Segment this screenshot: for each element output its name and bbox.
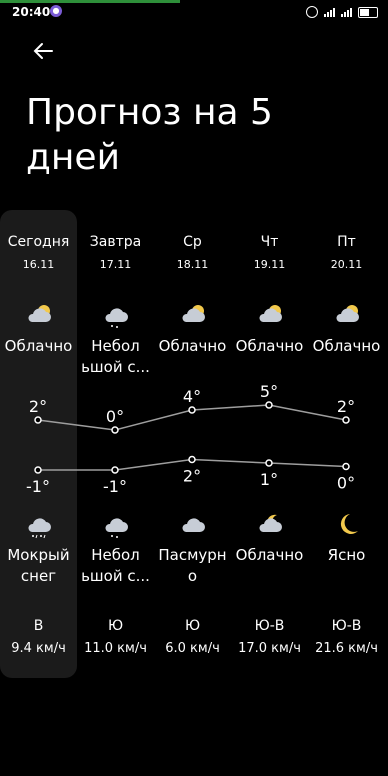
date-label: 18.11 [176, 258, 209, 271]
day-condition: Облачно [312, 337, 381, 355]
high-temp-label: 0° [106, 407, 124, 426]
high-temp-label: 2° [29, 397, 47, 416]
partly-cloudy-day-icon [308, 300, 385, 330]
day-label: Ср [183, 234, 202, 250]
day-label: Сегодня [7, 234, 70, 250]
progress-strip [0, 0, 180, 3]
viber-icon: ● [50, 5, 62, 17]
alarm-icon [306, 6, 318, 18]
wind-direction: Ю-В [254, 618, 285, 634]
signal-2-icon [341, 7, 352, 17]
status-icons [306, 5, 378, 19]
day-condition: Облачно [158, 337, 227, 355]
clear-night-icon [308, 510, 385, 540]
day-condition: Небол ьшой с... [81, 337, 150, 376]
high-temp-point [34, 416, 42, 424]
low-temp-point [111, 466, 119, 474]
high-temp-point [111, 426, 119, 434]
wind-direction: В [33, 618, 44, 634]
night-condition: Небол ьшой с... [81, 546, 150, 585]
low-temp-label: 1° [260, 470, 278, 489]
signal-icon [324, 7, 335, 17]
wind-direction: Ю [107, 618, 124, 634]
page-title: Прогноз на 5 дней [26, 92, 273, 178]
low-temp-label: -1° [26, 477, 50, 496]
low-temp-point [188, 455, 196, 464]
high-temp-label: 4° [183, 387, 201, 406]
wind-speed: 21.6 км/ч [315, 641, 378, 656]
partly-cloudy-day-icon [231, 300, 308, 330]
date-label: 17.11 [99, 258, 132, 271]
overcast-icon [154, 510, 231, 540]
low-temp-point [342, 462, 350, 471]
date-label: 19.11 [253, 258, 286, 271]
temperature-chart: 2° 0° 4° 5° 2° -1° -1° 2° 1° 0° [26, 382, 355, 496]
low-temp-point [265, 459, 273, 467]
high-temp-label: 2° [337, 397, 355, 416]
partly-cloudy-night-icon [231, 510, 308, 540]
low-temp-label: -1° [103, 477, 127, 496]
low-temp-label: 2° [183, 467, 201, 486]
back-arrow-icon[interactable] [30, 38, 56, 64]
day-condition: Облачно [235, 337, 304, 355]
high-temp-point [265, 401, 273, 409]
light-snow-icon [77, 510, 154, 540]
day-label: Чт [260, 234, 279, 250]
night-condition: Мокрый снег [7, 546, 70, 585]
day-label: Пт [337, 234, 356, 250]
light-snow-icon [77, 300, 154, 330]
night-condition: Пасмурн о [158, 546, 227, 585]
date-label: 16.11 [22, 258, 55, 271]
wind-speed: 9.4 км/ч [11, 641, 66, 656]
status-time: 20:40 [12, 5, 51, 19]
wind-speed: 6.0 км/ч [165, 641, 220, 656]
partly-cloudy-day-icon [0, 300, 77, 330]
day-condition: Облачно [4, 337, 73, 355]
low-temp-point [34, 466, 42, 474]
wind-direction: Ю-В [331, 618, 362, 634]
wind-speed: 11.0 км/ч [84, 641, 147, 656]
high-temp-label: 5° [260, 382, 278, 401]
high-temp-point [188, 406, 196, 414]
low-temp-label: 0° [337, 474, 355, 493]
sleet-icon [0, 510, 77, 540]
wind-direction: Ю [184, 618, 201, 634]
wind-speed: 17.0 км/ч [238, 641, 301, 656]
battery-icon [358, 6, 378, 18]
date-label: 20.11 [330, 258, 363, 271]
status-bar: 20:40 ● [0, 0, 388, 24]
high-temp-point [342, 416, 350, 424]
night-condition: Облачно [235, 546, 304, 564]
partly-cloudy-day-icon [154, 300, 231, 330]
day-label: Завтра [89, 234, 142, 250]
night-condition: Ясно [327, 546, 366, 564]
